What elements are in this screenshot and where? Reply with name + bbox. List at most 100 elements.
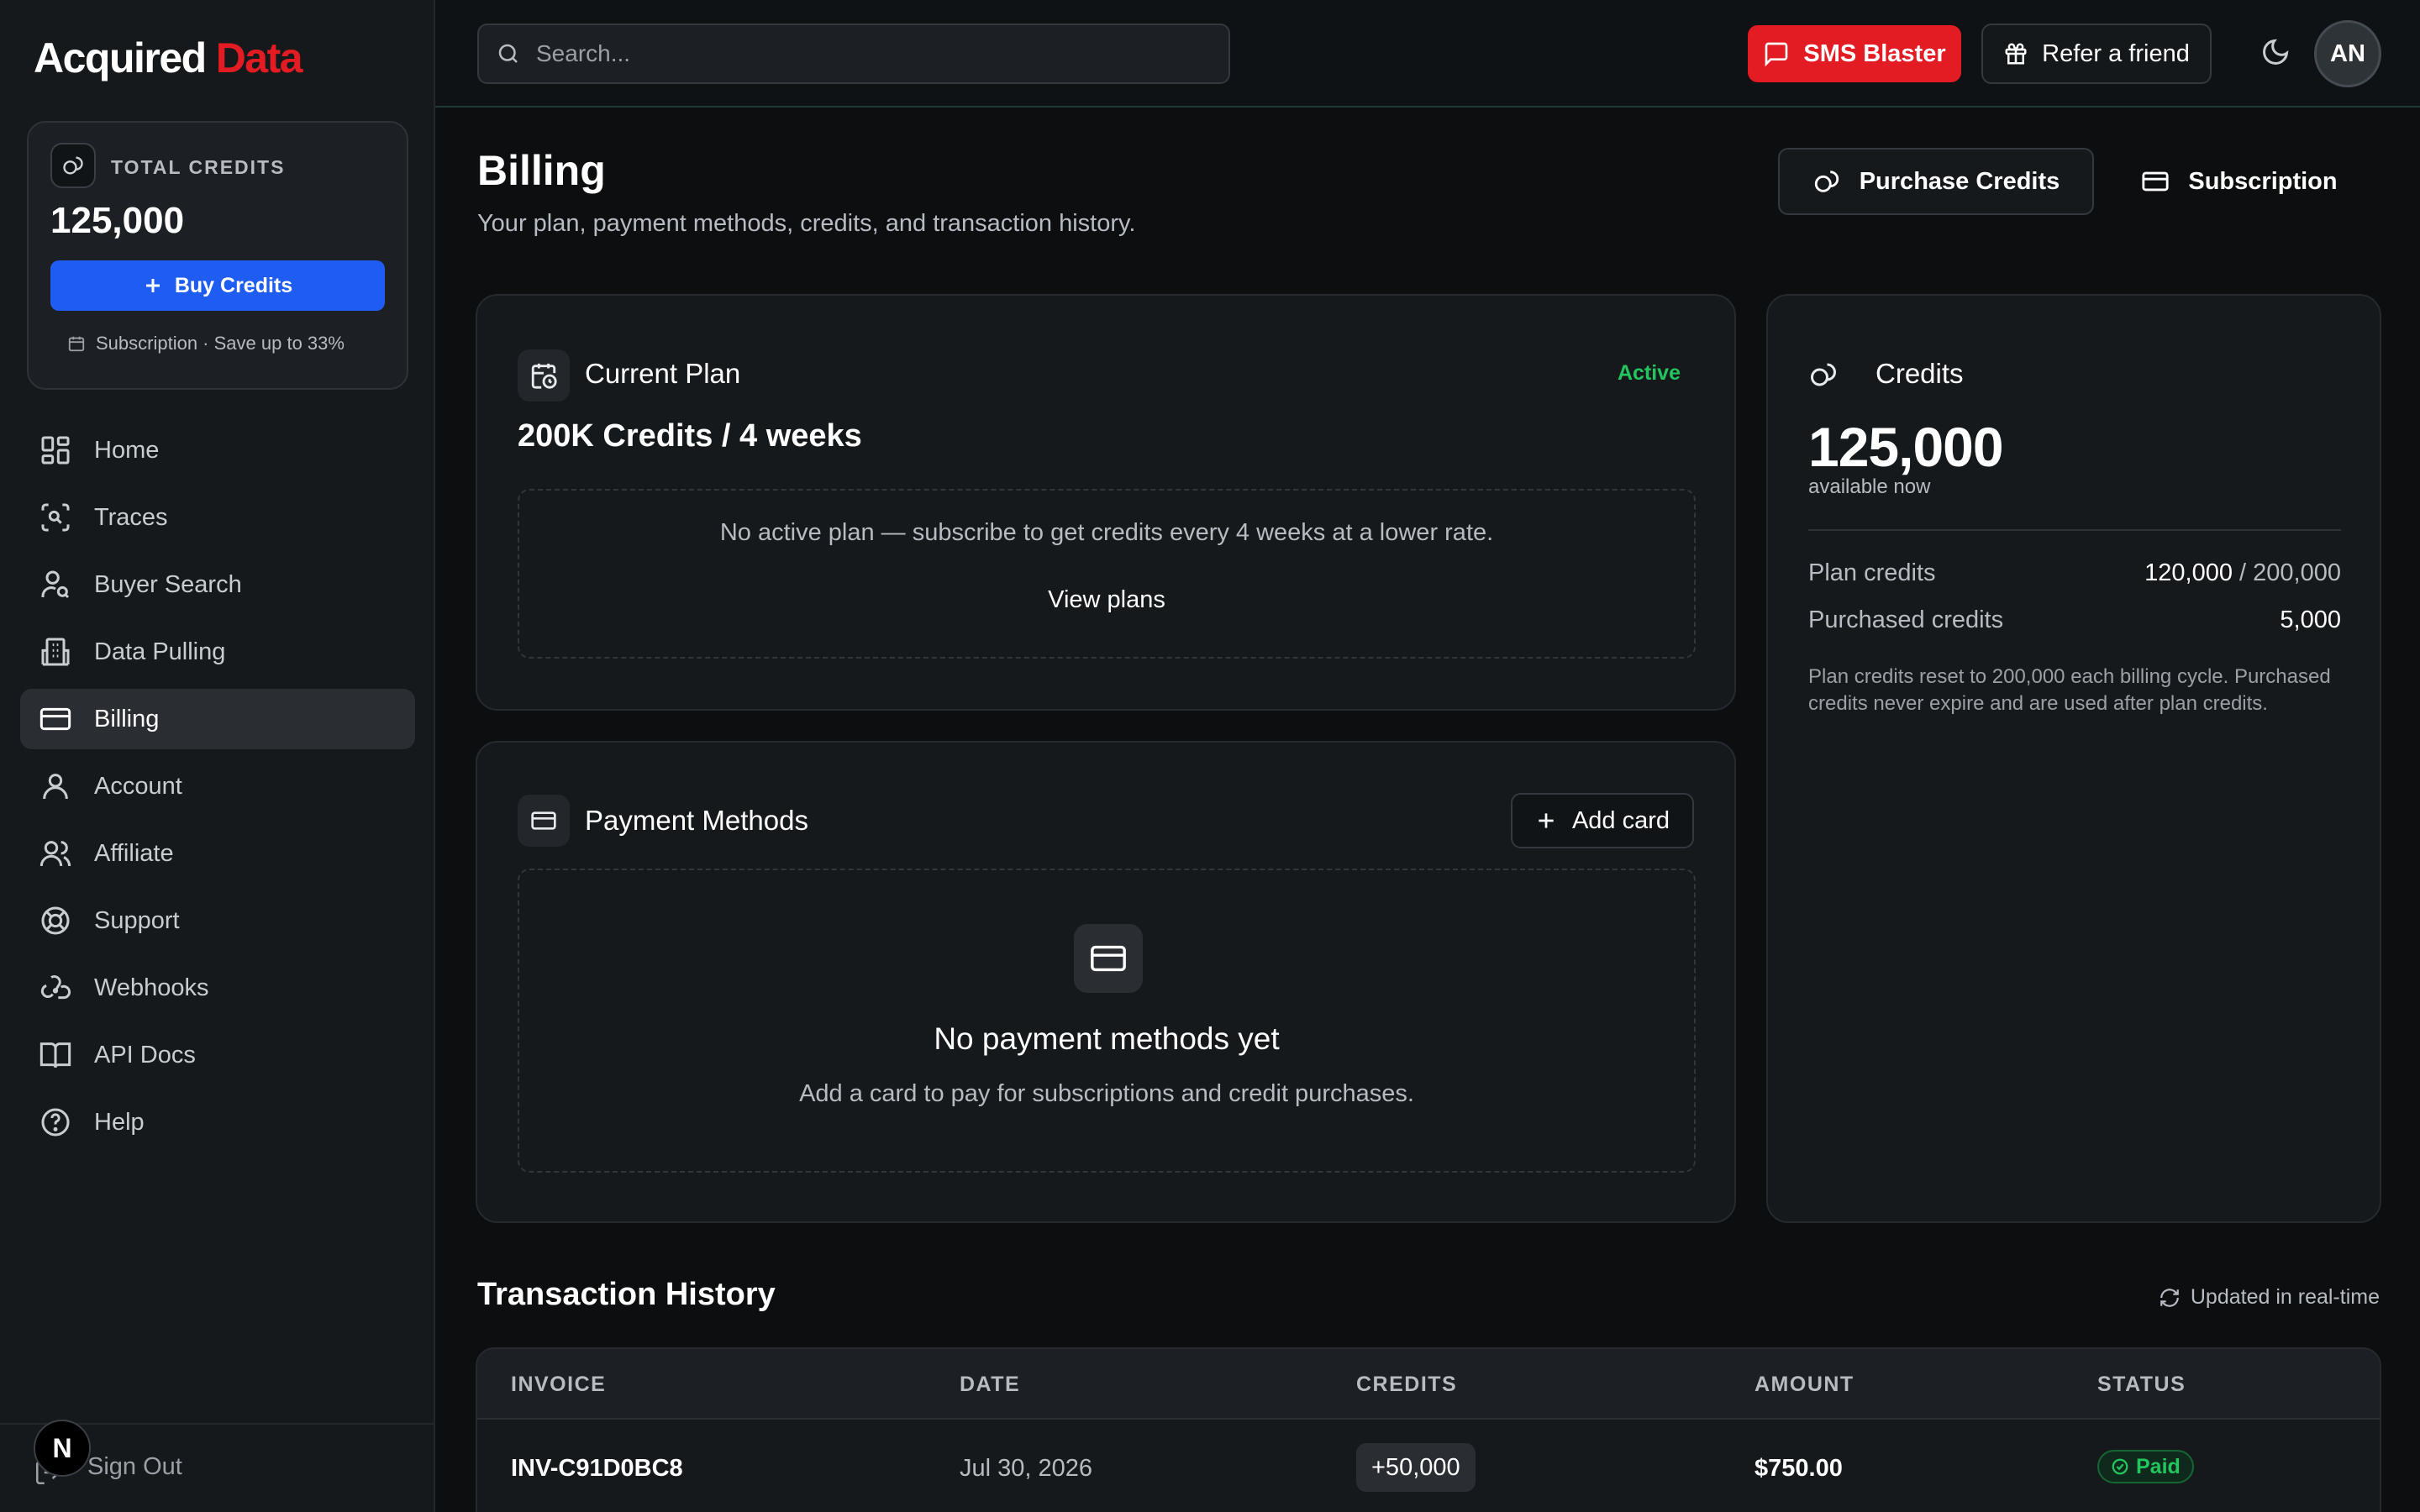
column-header-invoice[interactable]: INVOICE xyxy=(511,1373,606,1397)
credits-panel-title: Credits xyxy=(1876,358,1964,389)
refresh-icon xyxy=(2160,1288,2179,1307)
empty-payment-title: No payment methods yet xyxy=(934,1021,1280,1056)
sidebar-item-label: Affiliate xyxy=(94,839,174,867)
sidebar-item-data-pulling[interactable]: Data Pulling xyxy=(20,622,415,682)
page-title: Billing xyxy=(477,147,606,194)
sidebar-item-account[interactable]: Account xyxy=(20,756,415,816)
plan-credits-total: / 200,000 xyxy=(2239,559,2341,586)
total-credits-card: TOTAL CREDITS 125,000 Buy Credits Subscr… xyxy=(27,121,408,390)
transaction-table: INVOICE DATE CREDITS AMOUNT STATUS INV-C… xyxy=(476,1347,2381,1512)
sidebar-item-traces[interactable]: Traces xyxy=(20,487,415,548)
search-icon xyxy=(498,44,518,63)
plus-icon xyxy=(1539,813,1554,828)
status-badge: Paid xyxy=(2097,1450,2194,1483)
users-icon xyxy=(39,841,71,867)
sidebar-item-help[interactable]: Help xyxy=(20,1092,415,1152)
sidebar-item-label: Webhooks xyxy=(94,974,209,1001)
column-header-status[interactable]: STATUS xyxy=(2097,1373,2186,1397)
sidebar-item-label: Traces xyxy=(94,503,168,531)
subscription-label: Subscription xyxy=(2188,167,2338,195)
plan-credits-label: Plan credits xyxy=(1808,559,1936,586)
message-square-icon xyxy=(1765,42,1788,67)
subscription-button[interactable]: Subscription xyxy=(2126,148,2353,215)
sign-out-label: Sign Out xyxy=(87,1453,182,1480)
refer-friend-label: Refer a friend xyxy=(2042,39,2190,67)
brand-logo[interactable]: Acquired Data xyxy=(34,34,303,82)
plan-credits-row: Plan credits 120,000 / 200,000 xyxy=(1808,559,2341,587)
table-header: INVOICE DATE CREDITS AMOUNT STATUS xyxy=(477,1349,2380,1420)
plan-credits-value: 120,000 / 200,000 xyxy=(2144,559,2341,587)
search-bar[interactable] xyxy=(477,24,1230,84)
brand-name-primary: Acquired xyxy=(34,34,207,81)
sidebar-item-label: Data Pulling xyxy=(94,638,226,665)
purchase-credits-button[interactable]: Purchase Credits xyxy=(1778,148,2094,215)
sidebar-item-label: Billing xyxy=(94,705,160,732)
sidebar: Acquired Data TOTAL CREDITS 125,000 Buy C… xyxy=(0,0,435,1512)
payment-methods-title: Payment Methods xyxy=(585,805,808,836)
credits-total: 125,000 xyxy=(1808,416,2004,478)
brand-name-accent: Data xyxy=(215,34,303,81)
sidebar-nav: Home Traces Buyer Search Data Pulling Bi… xyxy=(20,420,415,1159)
realtime-indicator: Updated in real-time xyxy=(2159,1285,2380,1310)
calendar-icon xyxy=(68,336,85,352)
add-card-button[interactable]: Add card xyxy=(1511,793,1694,848)
refer-friend-button[interactable]: Refer a friend xyxy=(1981,24,2212,84)
view-plans-link[interactable]: View plans xyxy=(519,586,1694,614)
sidebar-item-support[interactable]: Support xyxy=(20,890,415,951)
dev-tools-badge[interactable]: N xyxy=(34,1420,91,1477)
sidebar-item-billing[interactable]: Billing xyxy=(20,689,415,749)
buy-credits-label: Buy Credits xyxy=(174,273,293,297)
transaction-amount: $750.00 xyxy=(1754,1455,1843,1482)
book-icon xyxy=(39,1042,71,1068)
coins-icon xyxy=(1814,171,1839,192)
current-plan-title: Current Plan xyxy=(585,358,741,389)
transaction-date: Jul 30, 2026 xyxy=(960,1455,1093,1482)
invoice-id[interactable]: INV-C91D0BC8 xyxy=(511,1455,683,1483)
sidebar-item-label: Help xyxy=(94,1108,145,1136)
credit-card-icon xyxy=(2142,171,2169,192)
plan-status-badge: Active xyxy=(1617,361,1681,385)
gift-icon xyxy=(2005,43,2027,65)
plus-icon xyxy=(145,279,160,292)
purchased-credits-row: Purchased credits 5,000 xyxy=(1808,606,2341,634)
sidebar-item-label: Home xyxy=(94,436,160,464)
empty-payment-box: No payment methods yet Add a card to pay… xyxy=(518,869,1696,1173)
user-search-icon xyxy=(41,570,70,599)
sms-blaster-button[interactable]: SMS Blaster xyxy=(1748,25,1961,82)
total-credits-value: 125,000 xyxy=(50,200,185,241)
credits-pill: +50,000 xyxy=(1356,1443,1476,1492)
sidebar-item-home[interactable]: Home xyxy=(20,420,415,480)
sidebar-item-label: Support xyxy=(94,906,180,934)
user-icon xyxy=(43,774,68,800)
column-header-credits[interactable]: CREDITS xyxy=(1356,1373,1457,1397)
current-plan-card: Current Plan Active 200K Credits / 4 wee… xyxy=(476,294,1736,711)
calendar-clock-icon xyxy=(518,349,570,402)
buy-credits-button[interactable]: Buy Credits xyxy=(50,260,385,311)
sidebar-item-buyer-search[interactable]: Buyer Search xyxy=(20,554,415,615)
life-buoy-icon xyxy=(41,906,70,935)
sidebar-item-label: Account xyxy=(94,772,182,800)
no-plan-box: No active plan — subscribe to get credit… xyxy=(518,489,1696,659)
purchased-credits-label: Purchased credits xyxy=(1808,606,2004,633)
sidebar-item-api-docs[interactable]: API Docs xyxy=(20,1025,415,1085)
purchased-credits-value: 5,000 xyxy=(2280,606,2341,633)
divider xyxy=(1808,529,2341,531)
column-header-amount[interactable]: AMOUNT xyxy=(1754,1373,1854,1397)
realtime-label: Updated in real-time xyxy=(2190,1285,2380,1309)
sidebar-item-label: API Docs xyxy=(94,1041,196,1068)
column-header-date[interactable]: DATE xyxy=(960,1373,1020,1397)
plan-name: 200K Credits / 4 weeks xyxy=(518,418,862,454)
help-circle-icon xyxy=(41,1108,70,1137)
avatar[interactable]: AN xyxy=(2314,20,2381,87)
building-icon xyxy=(41,638,70,666)
purchase-credits-label: Purchase Credits xyxy=(1859,167,2060,195)
theme-toggle-button[interactable] xyxy=(2260,37,2291,67)
coins-icon xyxy=(50,143,96,188)
subscription-note[interactable]: Subscription · Save up to 33% xyxy=(67,333,345,354)
search-input[interactable] xyxy=(536,40,1192,67)
grid-icon xyxy=(41,436,70,465)
subscription-note-text: Subscription · Save up to 33% xyxy=(96,333,345,354)
sidebar-item-affiliate[interactable]: Affiliate xyxy=(20,823,415,884)
sidebar-item-label: Buyer Search xyxy=(94,570,242,598)
sidebar-item-webhooks[interactable]: Webhooks xyxy=(20,958,415,1018)
